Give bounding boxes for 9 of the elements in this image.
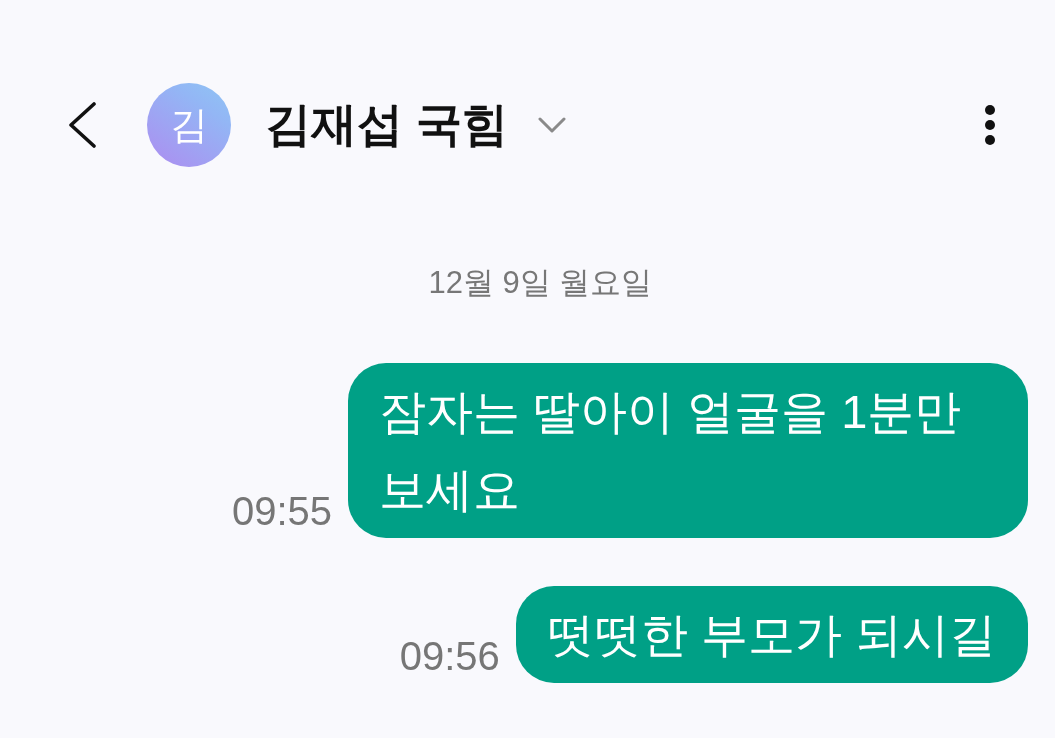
message-time: 09:55 — [231, 488, 332, 535]
more-icon[interactable] — [984, 105, 996, 145]
date-label: 12월 9일 월요일 — [428, 265, 653, 300]
caret-down-icon[interactable] — [537, 117, 566, 133]
message-time: 09:56 — [399, 633, 500, 680]
message-bubble: 떳떳한 부모가 되시길 — [515, 586, 1028, 683]
contact-name[interactable]: 김재섭 국힘 — [265, 94, 508, 156]
back-icon[interactable] — [68, 102, 96, 148]
message-bubble: 잠자는 딸아이 얼굴을 1분만 보세요 — [348, 363, 1028, 538]
